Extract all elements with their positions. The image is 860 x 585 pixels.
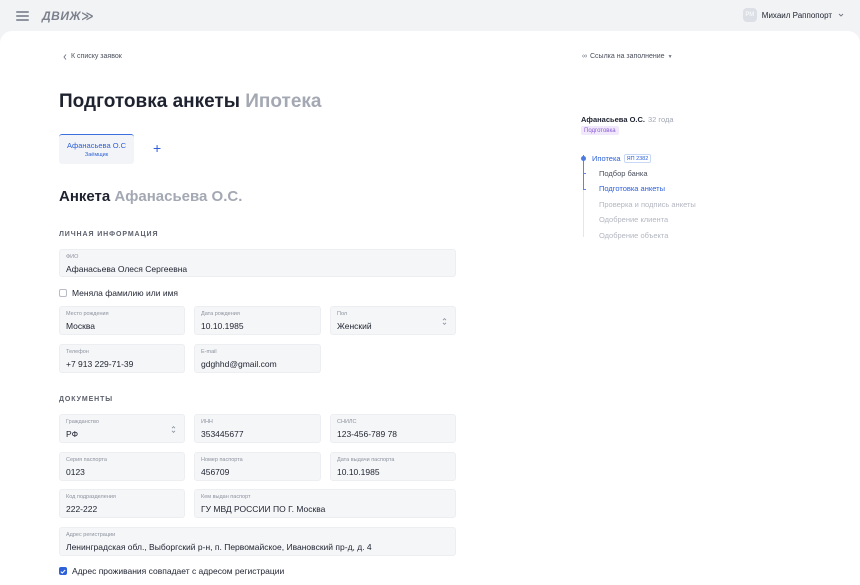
main-card: К списку заявок ∞ Ссылка на заполнение ▼… (0, 31, 860, 585)
inn-label: ИНН (201, 419, 213, 425)
division-code-value: 222-222 (66, 504, 98, 514)
division-code-label: Код подразделения (66, 494, 116, 500)
passport-series-value: 0123 (66, 467, 85, 477)
status-badge: Подготовка (581, 126, 619, 135)
checkbox-icon (59, 289, 67, 297)
phone-field[interactable]: Телефон +7 913 229-71-39 (59, 344, 185, 373)
step-item[interactable]: Одобрение клиента (599, 215, 668, 224)
timeline-dot (581, 156, 586, 161)
fio-field[interactable]: ФИО Афанасьева Олеся Сергеевна (59, 249, 456, 277)
reg-address-value: Ленинградская обл., Выборгский р-н, п. П… (66, 542, 372, 552)
top-bar: ДВИЖ≫ РМ Михаил Раппопорт (0, 0, 860, 32)
sex-value: Женский (337, 321, 372, 331)
snils-value: 123-456-789 78 (337, 429, 398, 439)
fio-label: ФИО (66, 254, 79, 260)
passport-number-label: Номер паспорта (201, 457, 243, 463)
tab-borrower[interactable]: Афанасьева О.С Заёмщик (59, 134, 134, 164)
step-item[interactable]: Подбор банка (599, 169, 648, 178)
timeline-tick (583, 173, 586, 174)
step-mortgage-label: Ипотека (592, 154, 621, 163)
form-title-main: Анкета (59, 188, 111, 205)
email-field[interactable]: E-mail gdghhd@gmail.com (194, 344, 321, 373)
chevron-down-icon (838, 13, 844, 17)
back-link[interactable]: К списку заявок (63, 53, 122, 60)
issued-by-field[interactable]: Кем выдан паспорт ГУ МВД РОССИИ ПО Г. Мо… (194, 489, 456, 518)
birth-date-value: 10.10.1985 (201, 321, 244, 331)
birth-place-value: Москва (66, 321, 96, 331)
passport-series-field[interactable]: Серия паспорта 0123 (59, 452, 185, 481)
checkbox-checked-icon (59, 567, 67, 575)
caret-down-icon: ▼ (667, 53, 673, 60)
passport-series-label: Серия паспорта (66, 457, 107, 463)
section-personal-heading: ЛИЧНАЯ ИНФОРМАЦИЯ (59, 231, 159, 238)
page-title-muted: Ипотека (245, 91, 322, 112)
client-name-text: Афанасьева О.С. (581, 115, 645, 124)
passport-date-field[interactable]: Дата выдачи паспорта 10.10.1985 (330, 452, 456, 481)
sex-select[interactable]: Пол Женский (330, 306, 456, 335)
birth-place-label: Место рождения (66, 311, 109, 317)
same-address-checkbox[interactable]: Адрес проживания совпадает с адресом рег… (59, 566, 284, 576)
select-arrows-icon (171, 426, 176, 433)
form-title-muted: Афанасьева О.С. (114, 188, 243, 205)
step-mortgage-number: ЯП 2382 (623, 154, 652, 163)
client-name: Афанасьева О.С. 32 года (581, 115, 674, 124)
fio-value: Афанасьева Олеся Сергеевна (66, 264, 188, 274)
reg-address-field[interactable]: Адрес регистрации Ленинградская обл., Вы… (59, 527, 456, 556)
same-address-label: Адрес проживания совпадает с адресом рег… (72, 566, 285, 576)
select-arrows-icon (442, 318, 447, 325)
client-age: 32 года (648, 115, 674, 124)
sex-label: Пол (337, 311, 348, 317)
page-title-main: Подготовка анкеты (59, 91, 240, 112)
birth-date-label: Дата рождения (201, 311, 240, 317)
back-link-label: К списку заявок (71, 53, 122, 60)
chevron-left-icon (63, 53, 67, 60)
user-menu[interactable]: РМ Михаил Раппопорт (742, 8, 844, 22)
inn-field[interactable]: ИНН 353445677 (194, 414, 321, 443)
link-icon: ∞ (582, 53, 587, 60)
reg-address-label: Адрес регистрации (66, 532, 116, 538)
fill-link-label: Ссылка на заполнение (590, 53, 665, 60)
tab-borrower-role: Заёмщик (84, 152, 109, 158)
phone-label: Телефон (66, 349, 89, 355)
email-label: E-mail (201, 349, 217, 355)
issued-by-label: Кем выдан паспорт (201, 494, 251, 500)
passport-number-value: 456709 (201, 467, 230, 477)
step-item[interactable]: Одобрение объекта (599, 231, 668, 240)
citizenship-select[interactable]: Гражданство РФ (59, 414, 185, 443)
tab-borrower-name: Афанасьева О.С (66, 141, 127, 150)
snils-label: СНИЛС (337, 419, 357, 425)
changed-name-checkbox[interactable]: Меняла фамилию или имя (59, 288, 178, 298)
user-name: Михаил Раппопорт (761, 10, 832, 20)
citizenship-label: Гражданство (66, 419, 99, 425)
snils-field[interactable]: СНИЛС 123-456-789 78 (330, 414, 456, 443)
menu-icon[interactable] (16, 11, 29, 21)
passport-date-label: Дата выдачи паспорта (337, 457, 395, 463)
step-item[interactable]: Проверка и подпись анкеты (599, 200, 696, 209)
step-mortgage[interactable]: Ипотека ЯП 2382 (592, 154, 652, 163)
issued-by-value: ГУ МВД РОССИИ ПО Г. Москва (201, 504, 326, 514)
inn-value: 353445677 (201, 429, 244, 439)
avatar: РМ (742, 8, 757, 22)
email-value: gdghhd@gmail.com (201, 359, 277, 369)
citizenship-value: РФ (66, 429, 79, 439)
logo[interactable]: ДВИЖ≫ (42, 9, 94, 23)
passport-date-value: 10.10.1985 (337, 467, 380, 477)
form-title: Анкета Афанасьева О.С. (59, 188, 242, 205)
changed-name-label: Меняла фамилию или имя (72, 288, 179, 298)
add-person-button[interactable]: + (153, 141, 161, 155)
division-code-field[interactable]: Код подразделения 222-222 (59, 489, 185, 518)
timeline-tick (583, 189, 586, 190)
birth-place-field[interactable]: Место рождения Москва (59, 306, 185, 335)
step-item[interactable]: Подготовка анкеты (599, 184, 665, 193)
phone-value: +7 913 229-71-39 (66, 359, 134, 369)
section-documents-heading: ДОКУМЕНТЫ (59, 396, 114, 403)
fill-link-dropdown[interactable]: ∞ Ссылка на заполнение ▼ (582, 53, 673, 60)
page-title: Подготовка анкеты Ипотека (59, 91, 321, 113)
birth-date-field[interactable]: Дата рождения 10.10.1985 (194, 306, 321, 335)
passport-number-field[interactable]: Номер паспорта 456709 (194, 452, 321, 481)
